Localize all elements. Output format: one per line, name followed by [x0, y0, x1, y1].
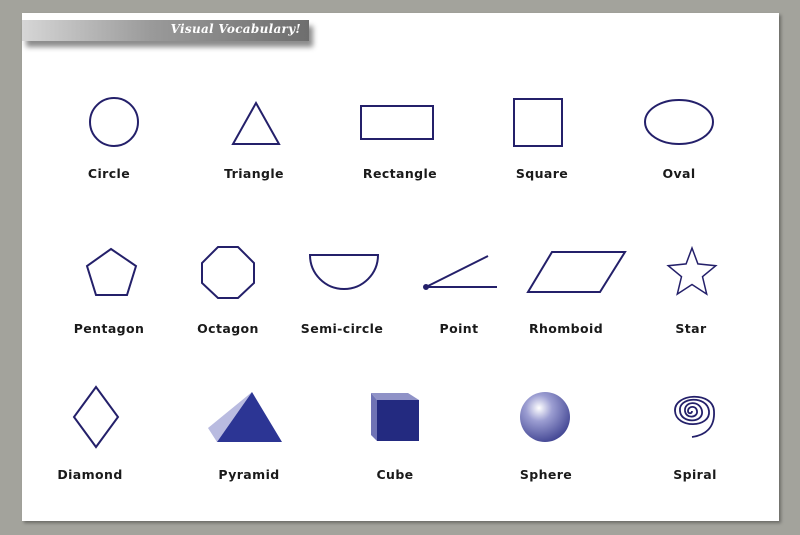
pentagon-label: Pentagon [73, 321, 145, 336]
diamond-label: Diamond [57, 467, 123, 482]
semi-circle-shape [308, 254, 380, 290]
cube-label: Cube [376, 467, 414, 482]
sphere-shape [520, 392, 570, 442]
octagon-label: Octagon [197, 321, 259, 336]
square-label: Square [515, 166, 569, 181]
circle-label: Circle [87, 166, 131, 181]
point-shape [423, 255, 497, 290]
triangle-label: Triangle [224, 166, 284, 181]
cube-shape [371, 393, 419, 441]
triangle-shape [231, 100, 281, 145]
octagon-shape [201, 246, 255, 299]
star-label: Star [675, 321, 707, 336]
shapes-canvas [72, 97, 718, 449]
spiral-label: Spiral [673, 467, 717, 482]
point-label: Point [439, 321, 479, 336]
oval-shape [644, 99, 714, 145]
pentagon-shape [85, 247, 138, 296]
pyramid-label: Pyramid [218, 467, 280, 482]
rectangle-label: Rectangle [362, 166, 438, 181]
circle-shape [89, 97, 139, 147]
spiral-shape [674, 395, 715, 438]
diamond-shape [72, 385, 120, 449]
pyramid-shape [208, 392, 282, 442]
rectangle-shape [360, 105, 434, 140]
semi-circle-label: Semi-circle [300, 321, 384, 336]
sphere-label: Sphere [519, 467, 573, 482]
square-shape [513, 98, 563, 147]
star-shape [666, 245, 718, 296]
rhomboid-shape [526, 251, 627, 293]
rhomboid-label: Rhomboid [528, 321, 604, 336]
oval-label: Oval [662, 166, 696, 181]
